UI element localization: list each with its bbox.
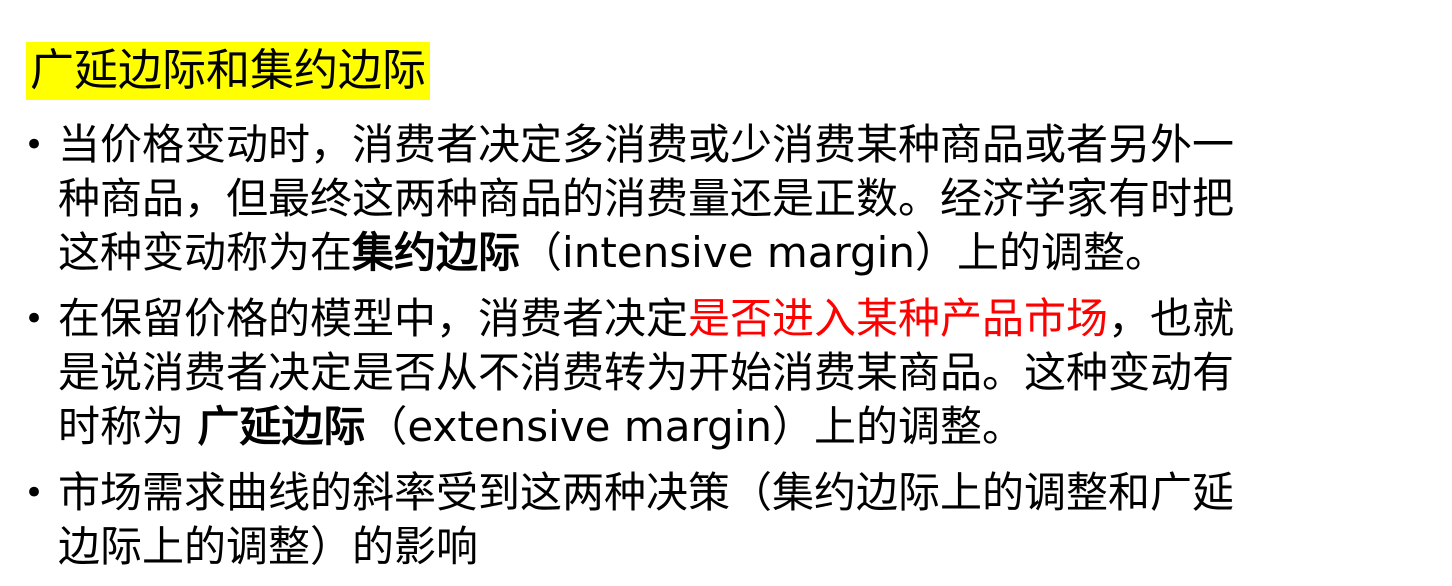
bullet-marker: •: [24, 299, 45, 339]
bullet-list: • 当价格变动时，消费者决定多消费或少消费某种商品或者另外一 种商品，但最终这两…: [0, 118, 1452, 586]
bullet-marker: •: [24, 125, 45, 165]
bullet-line: 当价格变动时，消费者决定多消费或少消费某种商品或者另外一: [58, 118, 1398, 172]
key-term-intensive-margin: 集约边际: [352, 228, 521, 277]
text-run: 是说消费者决定是否从不消费转为开始消费某商品。这种变动有: [58, 348, 1235, 397]
slide-title: 广延边际和集约边际: [26, 42, 430, 100]
bullet-line: 市场需求曲线的斜率受到这两种决策（集约边际上的调整和广延: [58, 466, 1398, 520]
bullet-item-2: • 在保留价格的模型中，消费者决定是否进入某种产品市场，也就 是说消费者决定是否…: [0, 292, 1398, 454]
bullet-line: 这种变动称为在集约边际（intensive margin）上的调整。: [58, 226, 1398, 280]
bullet-line: 种商品，但最终这两种商品的消费量还是正数。经济学家有时把: [58, 172, 1398, 226]
bullet-line: 是说消费者决定是否从不消费转为开始消费某商品。这种变动有: [58, 346, 1398, 400]
bullet-line: 边际上的调整）的影响: [58, 520, 1398, 574]
bullet-line: 时称为 广延边际（extensive margin）上的调整。: [58, 400, 1398, 454]
bullet-item-1: • 当价格变动时，消费者决定多消费或少消费某种商品或者另外一 种商品，但最终这两…: [0, 118, 1398, 280]
key-term-extensive-margin: 广延边际: [197, 402, 366, 451]
text-run: 当价格变动时，消费者决定多消费或少消费某种商品或者另外一: [58, 120, 1235, 169]
text-run: 边际上的调整）的影响: [58, 522, 479, 571]
text-run: 在保留价格的模型中，消费者决定: [58, 294, 689, 343]
text-run: 市场需求曲线的斜率受到这两种决策（集约边际上的调整和广延: [58, 468, 1235, 517]
text-run: 种商品，但最终这两种商品的消费量还是正数。经济学家有时把: [58, 174, 1235, 223]
bullet-marker: •: [24, 473, 45, 513]
text-run: ，也就: [1108, 294, 1235, 343]
text-run: 这种变动称为在: [58, 228, 353, 277]
bullet-line: 在保留价格的模型中，消费者决定是否进入某种产品市场，也就: [58, 292, 1398, 346]
text-run: （intensive margin）上的调整。: [520, 228, 1167, 277]
slide: 广延边际和集约边际 • 当价格变动时，消费者决定多消费或少消费某种商品或者另外一…: [0, 0, 1452, 585]
text-run: （extensive margin）上的调整。: [365, 402, 1024, 451]
bullet-item-3: • 市场需求曲线的斜率受到这两种决策（集约边际上的调整和广延 边际上的调整）的影…: [0, 466, 1398, 574]
highlighted-phrase: 是否进入某种产品市场: [688, 294, 1109, 343]
text-run: 时称为: [58, 402, 198, 451]
